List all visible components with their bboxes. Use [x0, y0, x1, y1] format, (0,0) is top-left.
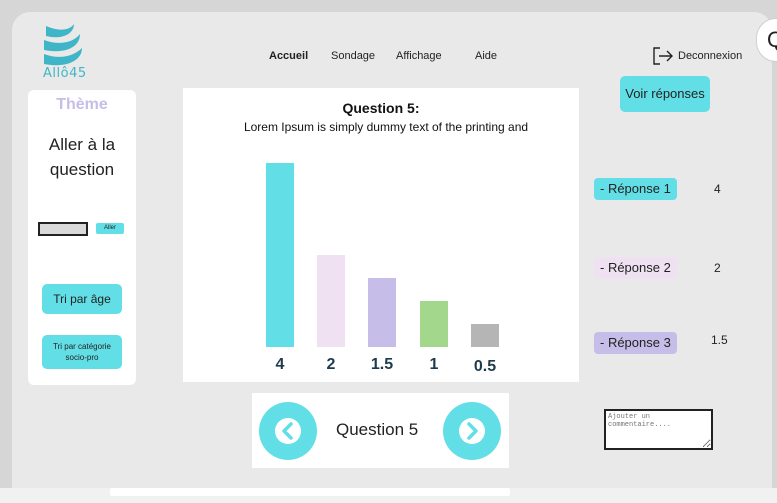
response-2-value: 2 — [714, 261, 721, 275]
bar-label-4: 1 — [430, 356, 439, 373]
sidebar: Thème Aller à la question Aller Tri par … — [28, 90, 136, 385]
nav-accueil[interactable]: Accueil — [269, 50, 308, 62]
chevron-left-icon — [282, 422, 293, 440]
search-icon: Q — [767, 27, 777, 52]
bar-label-1: 4 — [276, 356, 285, 373]
nav-aide[interactable]: Aide — [475, 50, 497, 62]
pager-label: Question 5 — [336, 420, 419, 439]
logout-button[interactable]: Deconnexion — [652, 46, 742, 66]
question-text: Lorem Ipsum is simply dummy text of the … — [243, 120, 529, 134]
chevron-right-icon — [467, 422, 478, 440]
nav-affichage[interactable]: Affichage — [396, 50, 442, 62]
goto-question-input[interactable] — [38, 222, 88, 236]
bar-label-3: 1.5 — [371, 356, 393, 373]
next-question-button[interactable] — [443, 402, 501, 460]
bottom-tab — [110, 488, 510, 496]
response-1-label: - Réponse 1 — [594, 178, 677, 200]
sort-category-button[interactable]: Tri par catégorie socio-pro — [42, 335, 122, 369]
bar-2 — [317, 255, 345, 347]
bar-5 — [471, 324, 499, 347]
response-3-label: - Réponse 3 — [594, 332, 677, 354]
prev-question-button[interactable] — [259, 402, 317, 460]
bar-4 — [420, 301, 448, 347]
goto-button[interactable]: Aller — [96, 223, 124, 234]
see-responses-button[interactable]: Voir réponses — [620, 76, 710, 112]
logout-label: Deconnexion — [678, 50, 743, 62]
response-3-value: 1.5 — [711, 333, 728, 347]
bar-label-5: 0.5 — [474, 358, 496, 375]
brand-name: Allô45 — [43, 66, 87, 81]
logout-arrow-icon — [653, 47, 673, 65]
bar-3 — [368, 278, 396, 347]
sort-age-button[interactable]: Tri par âge — [42, 284, 122, 314]
sidebar-title: Thème — [56, 96, 108, 113]
comment-input[interactable] — [604, 409, 713, 450]
chart-card: 4 2 1.5 1 0.5 Question 5: Lorem Ipsum is sim… — [183, 88, 579, 382]
response-2-label: - Réponse 2 — [594, 257, 677, 279]
goto-label: Aller à la question — [48, 135, 116, 179]
question-pager: Question 5 — [252, 393, 509, 468]
bar-1 — [266, 163, 294, 347]
bar-label-2: 2 — [327, 356, 336, 373]
nav-sondage[interactable]: Sondage — [331, 50, 375, 62]
response-1-value: 4 — [714, 182, 721, 196]
question-title: Question 5: — [342, 100, 420, 116]
